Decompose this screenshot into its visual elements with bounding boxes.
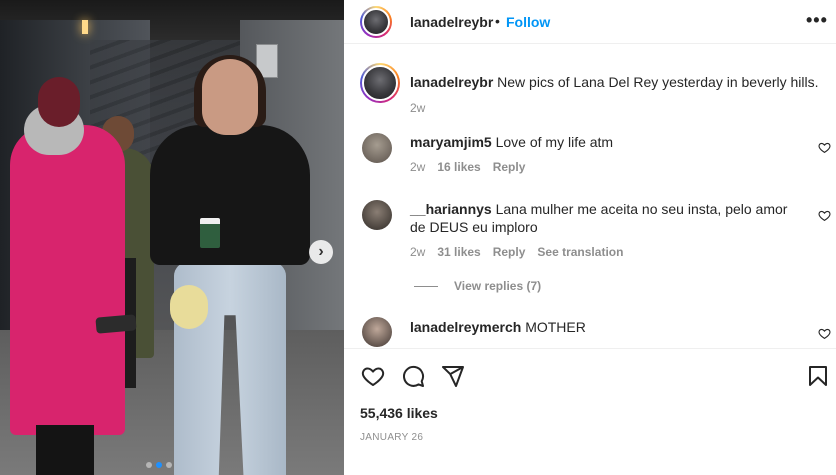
chevron-right-icon: ›	[318, 243, 324, 260]
comment-text: maryamjim5 Love of my life atm	[410, 133, 810, 151]
comment-meta: 2w 16 likes Reply	[410, 160, 525, 174]
heart-icon[interactable]	[818, 141, 831, 154]
reply-button[interactable]: Reply	[493, 160, 526, 174]
likes-count[interactable]: 55,436 likes	[360, 405, 438, 421]
comment-time[interactable]: 2w	[410, 160, 425, 174]
post-date[interactable]: JANUARY 26	[360, 432, 423, 443]
caption-body: New pics of Lana Del Rey yesterday in be…	[497, 74, 819, 90]
reply-button[interactable]: Reply	[493, 245, 526, 259]
carousel-dot	[146, 462, 152, 468]
carousel-dots	[146, 462, 172, 468]
comments-list[interactable]: lanadelreybr New pics of Lana Del Rey ye…	[344, 55, 836, 348]
comment-body: Love of my life atm	[495, 134, 614, 150]
avatar[interactable]	[362, 200, 392, 230]
heart-icon[interactable]	[818, 209, 831, 222]
post-photo[interactable]: ›	[0, 0, 344, 475]
replies-divider	[414, 285, 438, 287]
carousel-next-button[interactable]: ›	[309, 240, 333, 264]
see-translation-link[interactable]: See translation	[537, 245, 623, 259]
carousel-dot	[166, 462, 172, 468]
photo-person	[150, 55, 310, 265]
comment-time[interactable]: 2w	[410, 245, 425, 259]
photo-cup	[200, 218, 220, 248]
comment-username[interactable]: lanadelreymerch	[410, 319, 521, 335]
more-options-icon[interactable]: •••	[806, 10, 828, 31]
photo-lamp	[82, 20, 88, 34]
caption-text: lanadelreybr New pics of Lana Del Rey ye…	[410, 73, 830, 91]
avatar[interactable]	[362, 133, 392, 163]
comment-username[interactable]: maryamjim5	[410, 134, 492, 150]
caption-time[interactable]: 2w	[410, 101, 425, 115]
comment-text: __hariannys Lana mulher me aceita no seu…	[410, 200, 800, 236]
comment-username[interactable]: __hariannys	[410, 201, 492, 217]
view-replies-button[interactable]: View replies (7)	[414, 279, 541, 293]
comment-body: MOTHER	[525, 319, 586, 335]
comment-text: lanadelreymerch MOTHER	[410, 318, 810, 336]
like-icon[interactable]	[361, 364, 385, 388]
avatar[interactable]	[360, 6, 392, 38]
comment-meta: 2w 31 likes Reply See translation	[410, 245, 623, 259]
photo-charm	[170, 285, 208, 329]
post-actions: 55,436 likes JANUARY 26	[344, 348, 836, 475]
photo-person	[10, 77, 125, 475]
avatar[interactable]	[360, 63, 400, 103]
comment-likes[interactable]: 31 likes	[437, 245, 480, 259]
heart-icon[interactable]	[818, 327, 831, 340]
view-replies-label: View replies (7)	[454, 279, 542, 293]
avatar[interactable]	[362, 317, 392, 347]
share-icon[interactable]	[441, 364, 465, 388]
post-username[interactable]: lanadelreybr	[410, 14, 493, 30]
separator-dot: •	[495, 13, 500, 29]
caption-username[interactable]: lanadelreybr	[410, 74, 493, 90]
follow-button[interactable]: Follow	[506, 14, 550, 30]
comment-icon[interactable]	[401, 364, 425, 388]
post-header: lanadelreybr • Follow •••	[344, 0, 836, 44]
carousel-dot	[156, 462, 162, 468]
comment-likes[interactable]: 16 likes	[437, 160, 480, 174]
save-icon[interactable]	[806, 364, 830, 388]
post-panel: lanadelreybr • Follow ••• lanadelreybr N…	[344, 0, 836, 475]
